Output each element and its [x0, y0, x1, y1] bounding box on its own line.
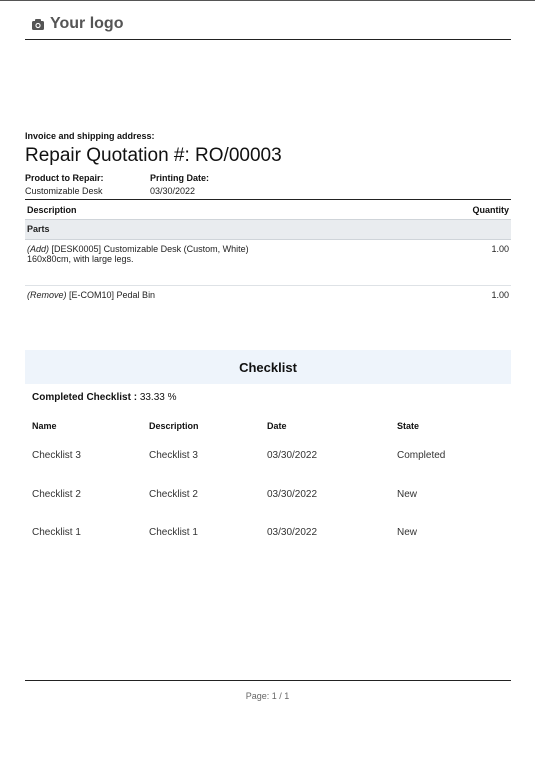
parts-table: Description Quantity Parts (Add) [DESK00… [25, 199, 511, 306]
table-row: Checklist 1 Checklist 1 03/30/2022 New [32, 527, 502, 541]
checklist-section-header: Checklist [25, 350, 511, 384]
line-product-detail: 160x80cm, with large legs. [27, 254, 134, 264]
section-label: Parts [25, 219, 511, 240]
column-header-name: Name [32, 421, 57, 431]
address-label: Invoice and shipping address: [25, 131, 155, 141]
line-quantity: 1.00 [437, 239, 511, 286]
parts-section-row: Parts [25, 219, 511, 240]
footer-divider [25, 680, 511, 681]
line-product: [E-COM10] Pedal Bin [69, 290, 156, 300]
column-header-quantity: Quantity [437, 199, 511, 220]
table-row: (Add) [DESK0005] Customizable Desk (Cust… [25, 239, 511, 286]
checklist-state: New [397, 489, 418, 500]
column-header-date: Date [267, 421, 287, 431]
product-label: Product to Repair: [25, 173, 104, 183]
line-description: (Remove) [E-COM10] Pedal Bin [25, 286, 437, 307]
checklist-state: New [397, 527, 418, 538]
table-row: Checklist 3 Checklist 3 03/30/2022 Compl… [32, 450, 502, 464]
table-row: (Remove) [E-COM10] Pedal Bin 1.00 [25, 286, 511, 307]
logo-text: Your logo [50, 15, 124, 32]
page-number: Page: 1 / 1 [245, 691, 290, 701]
line-quantity: 1.00 [491, 290, 509, 300]
checklist-date: 03/30/2022 [267, 489, 318, 500]
checklist-description: Checklist 2 [149, 489, 198, 500]
column-header-description: Description [25, 199, 437, 220]
checklist-description: Checklist 3 [149, 450, 198, 461]
completed-checklist-value: 33.33 % [139, 392, 177, 403]
checklist-name: Checklist 3 [32, 450, 81, 461]
camera-icon [31, 17, 45, 31]
printing-date-value: 03/30/2022 [150, 186, 196, 196]
printing-date-label: Printing Date: [150, 173, 210, 183]
line-operation: (Add) [27, 244, 50, 254]
printing-date-info: Printing Date: 03/30/2022 [150, 173, 209, 196]
checklist-date: 03/30/2022 [267, 450, 318, 461]
checklist-title: Checklist [239, 359, 297, 375]
checklist-name: Checklist 1 [32, 527, 81, 538]
product-value: Customizable Desk [25, 186, 103, 196]
checklist-date: 03/30/2022 [267, 527, 318, 538]
column-header-state: State [397, 421, 420, 431]
report-header: Your logo [25, 0, 511, 40]
line-operation: (Remove) [27, 290, 67, 300]
completed-checklist-label: Completed Checklist : [32, 392, 138, 403]
checklist-description: Checklist 1 [149, 527, 198, 538]
line-product: [DESK0005] Customizable Desk (Custom, Wh… [51, 244, 249, 254]
completed-checklist: Completed Checklist : 33.33 % [32, 392, 177, 403]
company-logo: Your logo [31, 15, 123, 33]
table-row: Checklist 2 Checklist 2 03/30/2022 New [32, 489, 502, 503]
checklist-name: Checklist 2 [32, 489, 81, 500]
parts-table-header: Description Quantity [25, 199, 511, 220]
column-header-description: Description [149, 421, 199, 431]
line-description: (Add) [DESK0005] Customizable Desk (Cust… [25, 239, 437, 286]
document-title: Repair Quotation #: RO/00003 [25, 145, 282, 166]
product-info: Product to Repair: Customizable Desk [25, 173, 104, 196]
checklist-state: Completed [397, 450, 446, 461]
